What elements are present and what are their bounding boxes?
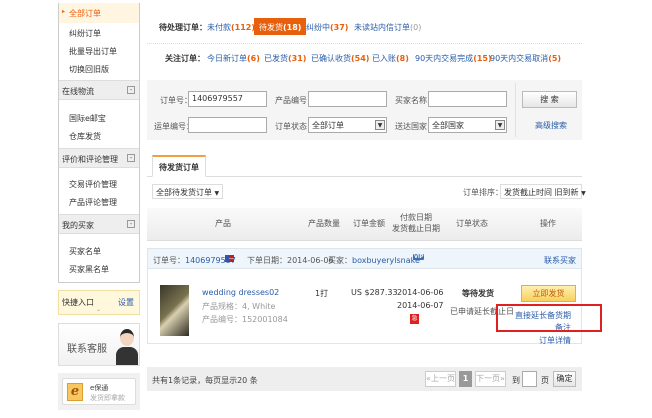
- buyer-link[interactable]: boxbuyerylsnake: [352, 256, 420, 265]
- section-header-buyers[interactable]: 我的买家 -: [59, 214, 139, 234]
- ebao-button[interactable]: e e保通 发货即拿款: [62, 378, 136, 405]
- pending-orders-label: 待处理订单：: [159, 23, 207, 32]
- sidebar-item-blacklist[interactable]: 买家黑名单: [69, 264, 109, 275]
- sidebar: ▸ 全部订单 纠纷订单 批量导出订单 切换回旧版 在线物流 - 国际e邮宝 仓库发…: [58, 3, 140, 283]
- ship-deadline: 2014-06-07: [397, 301, 444, 310]
- confirm-page-button[interactable]: 确定: [553, 371, 576, 387]
- tab-90day-completed[interactable]: 90天内交易完成(15): [415, 53, 492, 64]
- buyer-name-input[interactable]: [428, 91, 507, 107]
- tab-confirmed[interactable]: 已确认收货(54): [311, 53, 369, 64]
- urgent-icon: 急: [410, 314, 419, 324]
- column-header-amount: 订单金额: [353, 219, 385, 228]
- collapse-icon[interactable]: -: [127, 154, 135, 162]
- sidebar-item-old-version[interactable]: 切换回旧版: [69, 64, 109, 75]
- order-no: 订单号：1406979557: [153, 256, 236, 265]
- column-header-dates: 付款日期 发货截止日期: [392, 213, 440, 233]
- product-spec: 产品规格：4, White: [202, 302, 276, 311]
- pay-date: 2014-06-06: [397, 288, 444, 297]
- sort-dropdown[interactable]: 发货截止时间 旧到新 ▼: [500, 184, 586, 199]
- order-no-input[interactable]: 1406979557: [188, 91, 267, 107]
- records-summary: 共有1条记录，每页显示20 条: [152, 376, 258, 385]
- goto-label: 到: [512, 376, 520, 385]
- watch-orders-label: 关注订单：: [165, 54, 205, 63]
- sidebar-item-product-reviews[interactable]: 产品评论管理: [69, 197, 117, 208]
- column-header-actions: 操作: [540, 219, 556, 228]
- order-status: 等待发货: [462, 289, 494, 298]
- sidebar-item-all-orders[interactable]: ▸ 全部订单: [59, 3, 139, 23]
- product-thumbnail[interactable]: [160, 285, 189, 336]
- collapse-icon[interactable]: -: [127, 220, 135, 228]
- contact-buyer-link[interactable]: 联系买家: [544, 255, 576, 266]
- sidebar-item-disputes[interactable]: 纠纷订单: [69, 28, 101, 39]
- country-select[interactable]: 全部国家 ▼: [428, 117, 507, 133]
- tab-unread-messages[interactable]: 未读站内信订单(0): [354, 22, 421, 33]
- section-title: 我的买家: [62, 221, 94, 230]
- section-header-logistics[interactable]: 在线物流 -: [59, 80, 139, 100]
- search-button[interactable]: 搜 索: [522, 91, 577, 108]
- product-id: 产品编号：152001084: [202, 315, 288, 324]
- advanced-search-link[interactable]: 高级搜索: [535, 120, 567, 131]
- sidebar-item-batch-export[interactable]: 批量导出订单: [69, 46, 117, 57]
- customer-service-banner[interactable]: 联系客服: [58, 323, 140, 366]
- us-flag-icon: [225, 255, 234, 262]
- page-unit-label: 页: [541, 376, 549, 385]
- divider: [147, 43, 582, 44]
- sort-label: 订单排序：: [463, 188, 503, 197]
- order-detail-link[interactable]: 订单详情: [539, 335, 571, 346]
- dropdown-arrow-icon: ▼: [495, 120, 505, 130]
- caret-right-icon: ▸: [62, 8, 66, 15]
- column-header-status: 订单状态: [456, 219, 488, 228]
- order-amount: US $287.33: [351, 288, 398, 297]
- quick-entry-title: 快捷入口: [62, 298, 94, 307]
- tab-disputes[interactable]: 纠纷中(37): [306, 22, 348, 33]
- section-title: 评价和评论管理: [62, 155, 118, 164]
- divider: [515, 83, 516, 137]
- column-header-product: 产品: [215, 219, 231, 228]
- tab-credited[interactable]: 已入账(8): [372, 53, 409, 64]
- order-date: 下单日期：2014-06-06: [247, 256, 334, 265]
- tab-awaiting-shipment[interactable]: 待发货(18): [254, 18, 307, 35]
- tab-unpaid[interactable]: 未付款(112): [207, 22, 255, 33]
- product-name-link[interactable]: wedding dresses02: [202, 288, 279, 297]
- divider: [147, 176, 582, 177]
- tab-shipped[interactable]: 已发货(31): [264, 53, 306, 64]
- waybill-input[interactable]: [188, 117, 267, 133]
- dropdown-arrow-icon: ▼: [581, 190, 586, 197]
- chevron-down-icon[interactable]: ⌄: [96, 306, 101, 313]
- ebao-logo-icon: e: [67, 383, 83, 401]
- order-filter-dropdown[interactable]: 全部待发货订单 ▼: [152, 184, 224, 199]
- vip-badge: VIP: [413, 254, 425, 260]
- section-title: 在线物流: [62, 87, 94, 96]
- sidebar-item-eyoubao[interactable]: 国际e邮宝: [69, 113, 106, 124]
- tab-90day-cancelled[interactable]: 90天内交易取消(5): [490, 53, 561, 64]
- highlight-box: [496, 304, 602, 332]
- ebao-title: e保通: [90, 384, 109, 392]
- prev-page-button[interactable]: «上一页: [425, 371, 456, 387]
- page-1-button[interactable]: 1: [459, 371, 472, 387]
- order-status-select[interactable]: 全部订单 ▼: [308, 117, 387, 133]
- ship-now-button[interactable]: 立即发货: [521, 285, 576, 302]
- product-no-input[interactable]: [308, 91, 387, 107]
- column-header-quantity: 产品数量: [308, 219, 340, 228]
- quick-entry-panel: 快捷入口 设置 ⌄: [58, 290, 140, 315]
- dropdown-arrow-icon: ▼: [375, 120, 385, 130]
- buyer: 买家：boxbuyerylsnake: [328, 256, 420, 265]
- agent-avatar-icon: [115, 326, 139, 365]
- section-header-reviews[interactable]: 评价和评论管理 -: [59, 148, 139, 168]
- customer-service-label: 联系客服: [67, 344, 107, 355]
- quantity: 1打: [315, 289, 329, 298]
- sidebar-item-buyer-list[interactable]: 买家名单: [69, 246, 101, 257]
- sidebar-item-trade-reviews[interactable]: 交易评价管理: [69, 179, 117, 190]
- sidebar-item-label: 全部订单: [69, 9, 101, 18]
- next-page-button[interactable]: 下一页»: [475, 371, 506, 387]
- quick-entry-settings-link[interactable]: 设置: [118, 297, 134, 308]
- ebao-panel: e e保通 发货即拿款: [58, 373, 140, 410]
- sidebar-item-warehouse[interactable]: 仓库发货: [69, 131, 101, 142]
- tab-awaiting-shipment-orders[interactable]: 待发货订单: [152, 155, 206, 177]
- tab-today-new[interactable]: 今日新订单(6): [207, 53, 260, 64]
- collapse-icon[interactable]: -: [127, 86, 135, 94]
- dropdown-arrow-icon: ▼: [214, 190, 220, 197]
- ebao-subtitle: 发货即拿款: [90, 394, 125, 402]
- page-number-input[interactable]: [522, 371, 537, 387]
